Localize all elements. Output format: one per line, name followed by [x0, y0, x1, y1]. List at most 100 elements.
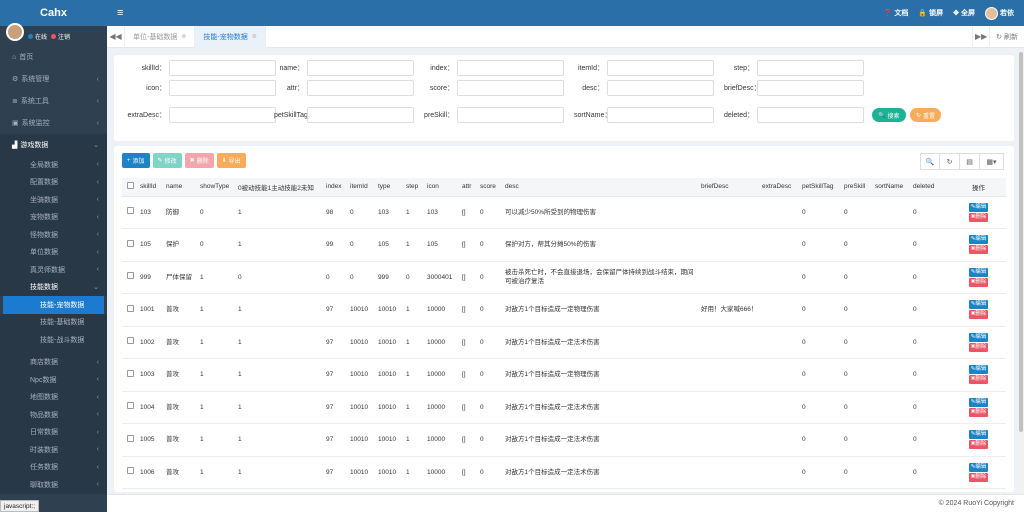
row-checkbox[interactable] — [126, 369, 134, 377]
sidebar-subitem[interactable]: 聊取数据 ‹ — [0, 476, 107, 494]
desc-input[interactable] — [607, 80, 714, 96]
card-view-icon[interactable]: ▤ — [960, 153, 980, 170]
row-checkbox[interactable] — [126, 434, 134, 442]
sidebar-subsubitem[interactable]: 技能-战斗数据 — [0, 331, 107, 349]
sidebar-subitem[interactable]: 坐骑数据 ‹ — [0, 191, 107, 209]
lock-link[interactable]: 🔒 锁屏 — [918, 8, 943, 18]
sidebar-subitem[interactable]: 真灵师数据 ‹ — [0, 261, 107, 279]
column-header-16[interactable]: sortName — [873, 178, 911, 197]
column-header-7[interactable]: step — [404, 178, 425, 197]
column-header-6[interactable]: type — [376, 178, 404, 197]
row-delete-button[interactable]: ✖删除 — [968, 472, 989, 482]
itemId-input[interactable] — [607, 60, 714, 76]
sidebar-subitem[interactable]: 全局数据 ‹ — [0, 156, 107, 174]
row-checkbox[interactable] — [126, 239, 134, 247]
sidebar-item[interactable]: ⚙ 系统管理 ‹ — [0, 68, 107, 90]
row-edit-button[interactable]: ✎编辑 — [968, 332, 989, 342]
row-delete-button[interactable]: ✖删除 — [968, 277, 989, 287]
row-delete-button[interactable]: ✖删除 — [968, 342, 989, 352]
score-input[interactable] — [457, 80, 564, 96]
column-header-17[interactable]: deleted — [911, 178, 951, 197]
row-checkbox[interactable] — [126, 337, 134, 345]
tabs-next-icon[interactable]: ▶▶ — [972, 25, 991, 48]
row-delete-button[interactable]: ✖删除 — [968, 310, 989, 320]
export-button[interactable]: ⬇ 导出 — [216, 153, 246, 168]
sidebar-subsubitem[interactable]: 技能-基础数据 — [0, 313, 107, 331]
reset-button[interactable]: ↻ 重置 — [910, 108, 942, 122]
icon-input[interactable] — [169, 80, 276, 96]
sidebar-item[interactable]: ▣ 系统监控 ‹ — [0, 112, 107, 134]
sidebar-subitem[interactable]: 任务数据 ‹ — [0, 458, 107, 476]
row-delete-button[interactable]: ✖删除 — [968, 375, 989, 385]
column-header-13[interactable]: extraDesc — [760, 178, 800, 197]
row-edit-button[interactable]: ✎编辑 — [968, 365, 989, 375]
row-checkbox[interactable] — [126, 272, 134, 280]
add-button[interactable]: + 添加 — [122, 153, 150, 168]
sidebar-subitem[interactable]: 宠物数据 ‹ — [0, 208, 107, 226]
preSkill-input[interactable] — [457, 107, 564, 123]
name-input[interactable] — [307, 60, 414, 76]
row-delete-button[interactable]: ✖删除 — [968, 440, 989, 450]
column-header-0[interactable]: skillId — [138, 178, 164, 197]
column-header-9[interactable]: attr — [460, 178, 478, 197]
row-edit-button[interactable]: ✎编辑 — [968, 202, 989, 212]
column-header-2[interactable]: showType — [198, 178, 236, 197]
close-icon[interactable]: ⊗ — [181, 33, 186, 40]
sidebar-subitem[interactable]: 日常数据 ‹ — [0, 423, 107, 441]
sidebar-subitem[interactable]: 怪物数据 ‹ — [0, 226, 107, 244]
column-header-11[interactable]: desc — [503, 178, 699, 197]
sidebar-subitem[interactable]: 时装数据 ‹ — [0, 441, 107, 459]
row-edit-button[interactable]: ✎编辑 — [968, 235, 989, 245]
extraDesc-input[interactable] — [169, 107, 276, 123]
sidebar-subitem[interactable]: Npc数据 ‹ — [0, 371, 107, 389]
avatar[interactable] — [6, 23, 24, 41]
sidebar-subitem[interactable]: 地图数据 ‹ — [0, 388, 107, 406]
row-checkbox[interactable] — [126, 304, 134, 312]
logout-link[interactable]: 注销 — [51, 32, 70, 41]
sidebar-item[interactable]: ≣ 系统工具 ‹ — [0, 90, 107, 112]
column-header-18[interactable]: 操作 — [951, 178, 1006, 197]
sidebar-subitem[interactable]: 商店数据 ‹ — [0, 353, 107, 371]
tab-skill-pet[interactable]: 技能-宠物数据 ⊗ — [195, 25, 266, 48]
row-delete-button[interactable]: ✖删除 — [968, 212, 989, 222]
fullscreen-link[interactable]: ✥ 全屏 — [953, 8, 975, 18]
column-header-15[interactable]: preSkill — [842, 178, 873, 197]
user-menu[interactable]: 若依 — [985, 6, 1014, 20]
column-header-8[interactable]: icon — [425, 178, 460, 197]
tab-unit-basic[interactable]: 单位-基础数据 ⊗ — [125, 25, 196, 48]
sidebar-subitem[interactable]: 配置数据 ‹ — [0, 173, 107, 191]
scrollbar-thumb[interactable] — [1019, 52, 1023, 432]
search-toggle-icon[interactable]: 🔍 — [920, 153, 940, 170]
sidebar-subitem[interactable]: 物品数据 ‹ — [0, 406, 107, 424]
petSkillTag-input[interactable] — [307, 107, 414, 123]
row-edit-button[interactable]: ✎编辑 — [968, 300, 989, 310]
sidebar-subitem[interactable]: 技能数据 ⌄ — [0, 278, 107, 296]
row-edit-button[interactable]: ✎编辑 — [968, 397, 989, 407]
docs-link[interactable]: ❓ 文档 — [884, 8, 909, 18]
deleted-input[interactable] — [757, 107, 864, 123]
refresh-table-icon[interactable]: ↻ — [940, 153, 960, 170]
column-header-14[interactable]: petSkillTag — [800, 178, 842, 197]
row-checkbox[interactable] — [126, 207, 134, 215]
sidebar-subsubitem[interactable]: 技能-宠物数据 — [3, 296, 104, 314]
column-header-4[interactable]: index — [324, 178, 348, 197]
row-edit-button[interactable]: ✎编辑 — [968, 462, 989, 472]
row-checkbox[interactable] — [126, 402, 134, 410]
row-edit-button[interactable]: ✎编辑 — [968, 430, 989, 440]
close-icon[interactable]: ⊗ — [252, 33, 257, 40]
row-delete-button[interactable]: ✖删除 — [968, 407, 989, 417]
row-delete-button[interactable]: ✖删除 — [968, 245, 989, 255]
attr-input[interactable] — [307, 80, 414, 96]
column-header-5[interactable]: itemId — [348, 178, 376, 197]
column-header-1[interactable]: name — [164, 178, 198, 197]
row-checkbox[interactable] — [126, 467, 134, 475]
row-edit-button[interactable]: ✎编辑 — [968, 267, 989, 277]
delete-button[interactable]: ✖ 删除 — [184, 153, 214, 168]
sidebar-item[interactable]: ⌂ 首页 — [0, 46, 107, 68]
select-all-checkbox[interactable] — [126, 182, 134, 190]
skillId-input[interactable] — [169, 60, 276, 76]
column-header-12[interactable]: briefDesc — [699, 178, 760, 197]
index-input[interactable] — [457, 60, 564, 76]
columns-icon[interactable]: ▦▾ — [980, 153, 1004, 170]
tabs-refresh-button[interactable]: ↻ 刷新 — [990, 32, 1024, 42]
